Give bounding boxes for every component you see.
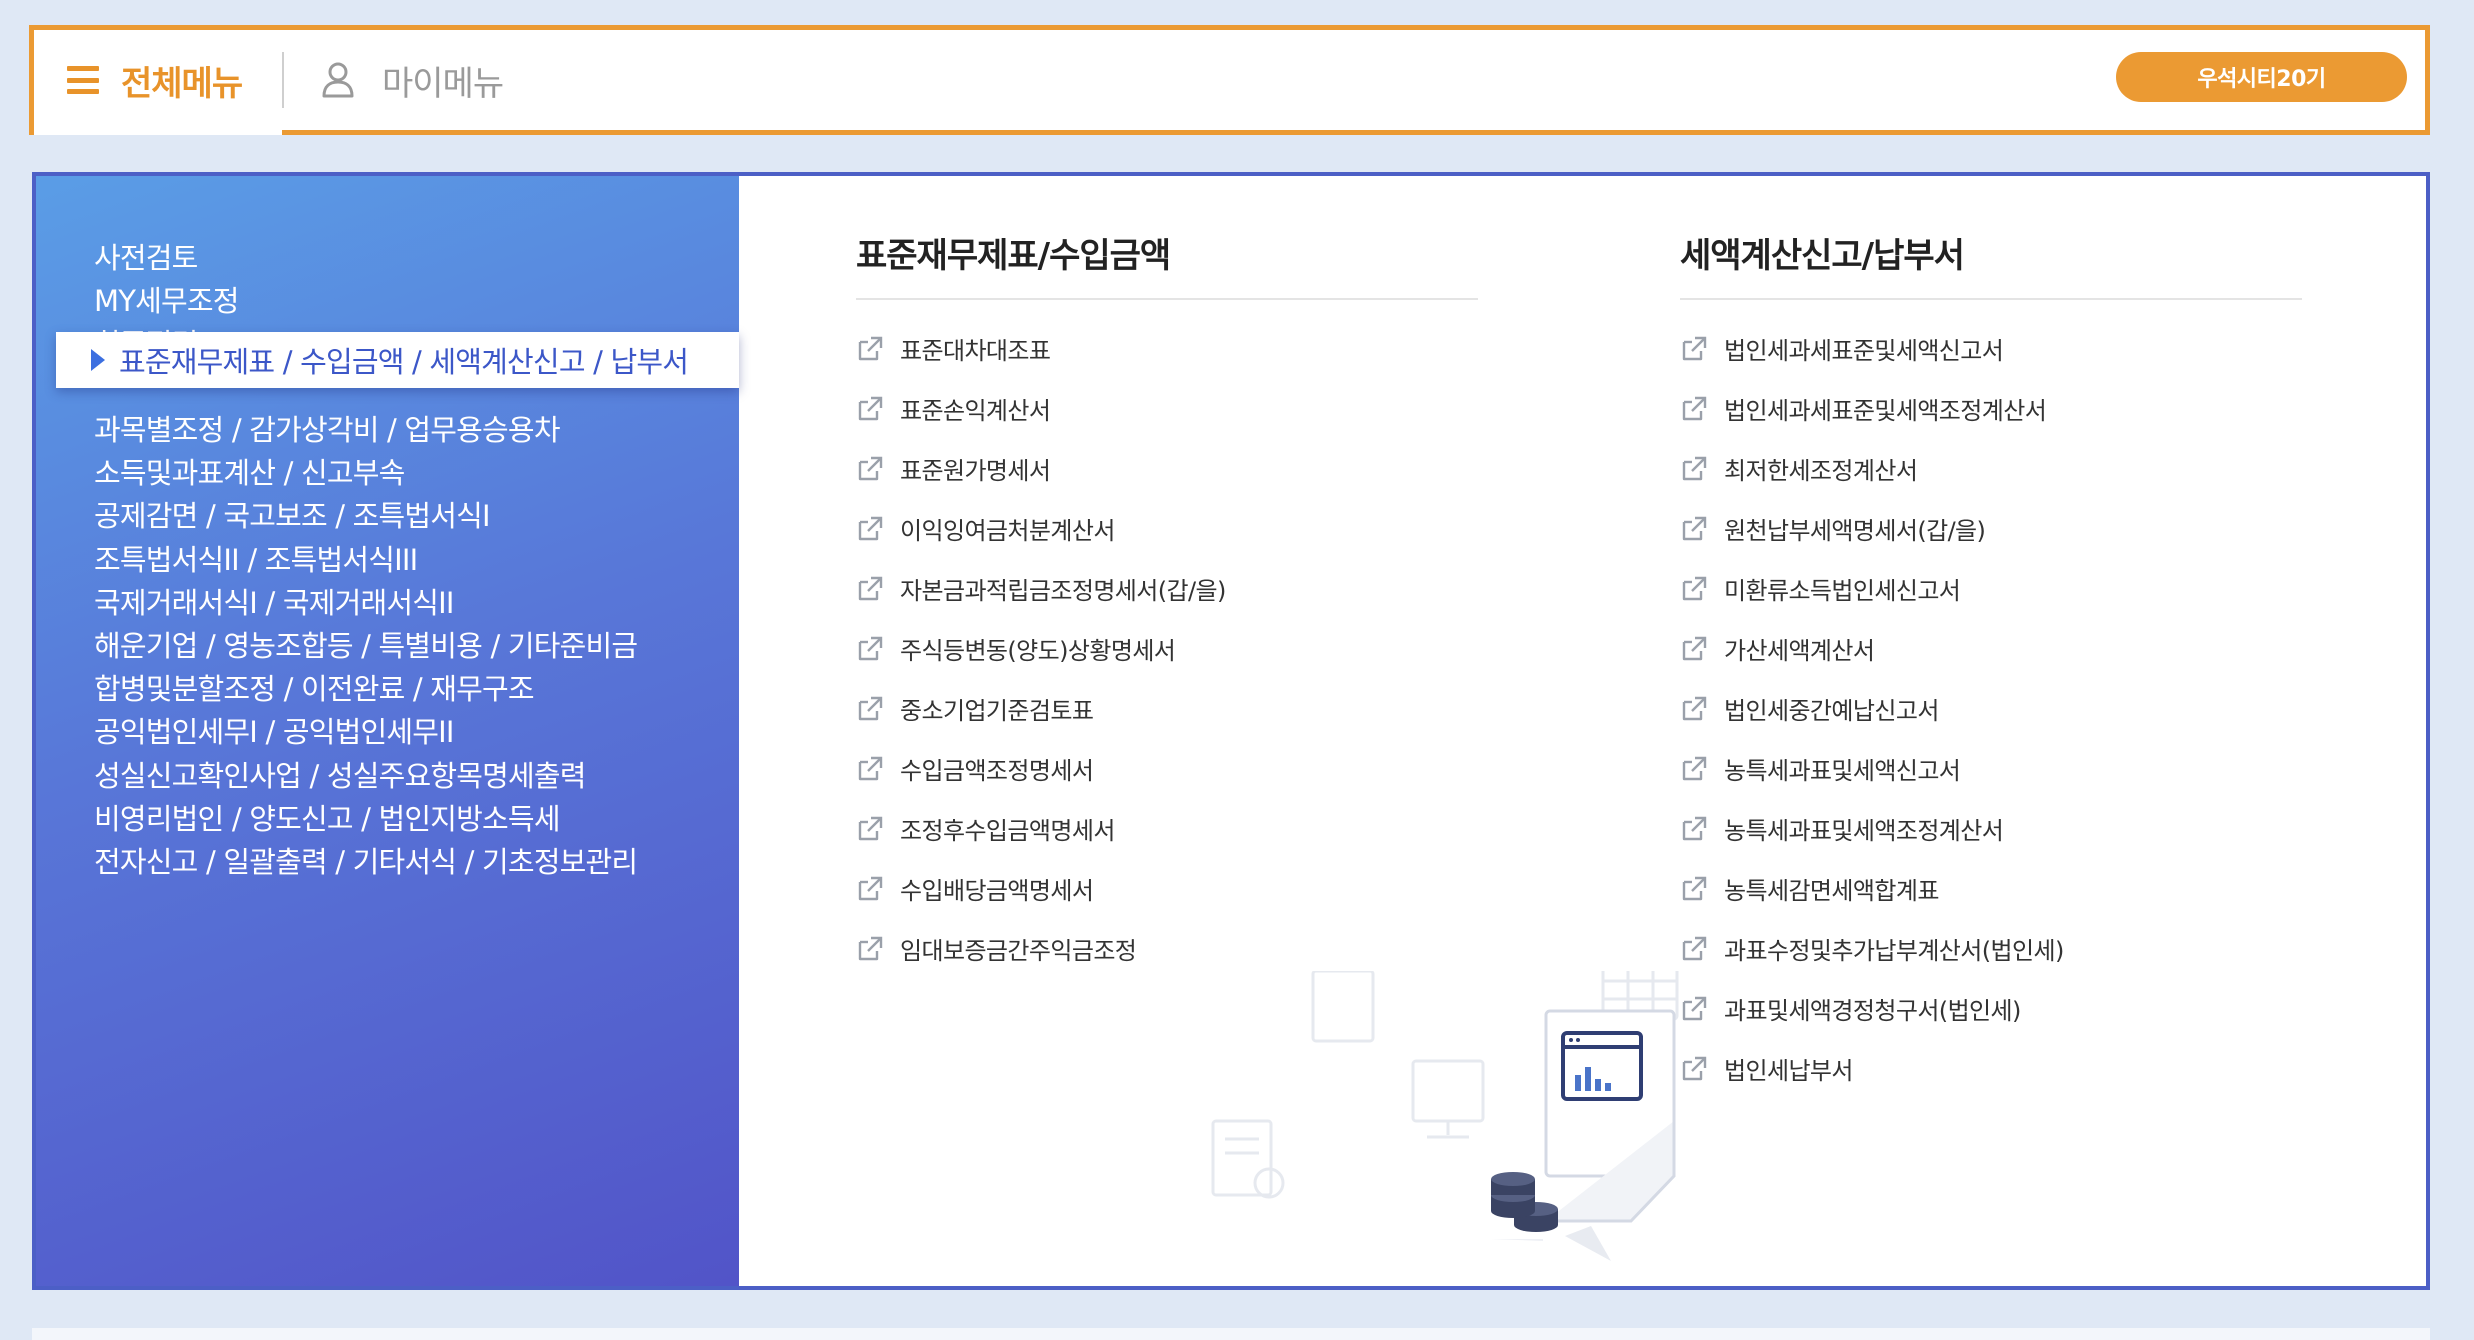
external-link-icon	[858, 756, 883, 781]
report-chart-illustration	[1211, 971, 1679, 1261]
menu-link[interactable]: 표준원가명세서	[856, 448, 1051, 488]
menu-link[interactable]: 자본금과적립금조정명세서(갑/을)	[856, 568, 1226, 608]
menu-link-label: 수입배당금액명세서	[900, 876, 1094, 905]
menu-link-label: 과표및세액경정청구서(법인세)	[1724, 996, 2021, 1025]
menu-link[interactable]: 수입배당금액명세서	[856, 868, 1094, 908]
menu-link-label: 표준대차대조표	[900, 336, 1051, 365]
external-link-icon	[858, 456, 883, 481]
external-link-icon	[1682, 396, 1707, 421]
menu-link-label: 과표수정및추가납부계산서(법인세)	[1724, 936, 2064, 965]
user-icon	[322, 62, 354, 98]
menu-link[interactable]: 가산세액계산서	[1680, 628, 1875, 668]
external-link-icon	[1682, 576, 1707, 601]
column-divider	[1680, 298, 2302, 300]
external-link-icon	[1682, 756, 1707, 781]
external-link-icon	[1682, 876, 1707, 901]
footer-strip	[32, 1328, 2430, 1340]
external-link-icon	[1682, 456, 1707, 481]
account-badge[interactable]: 우석시티20기	[2116, 52, 2407, 102]
menu-link-label: 법인세중간예납신고서	[1724, 696, 1939, 725]
menu-link-label: 농특세감면세액합계표	[1724, 876, 1939, 905]
tab-all-menu[interactable]: 전체메뉴	[34, 30, 282, 135]
menu-link-label: 자본금과적립금조정명세서(갑/을)	[900, 576, 1226, 605]
external-link-icon	[858, 876, 883, 901]
menu-link[interactable]: 법인세중간예납신고서	[1680, 688, 1939, 728]
menu-link-label: 법인세과세표준및세액신고서	[1724, 336, 2004, 365]
menu-link[interactable]: 주식등변동(양도)상황명세서	[856, 628, 1176, 668]
external-link-icon	[858, 336, 883, 361]
menu-link[interactable]: 농특세과표및세액조정계산서	[1680, 808, 2004, 848]
sidebar-item-label: 전자신고 / 일괄출력 / 기타서식 / 기초정보관리	[94, 845, 638, 879]
column-title: 세액계산신고/납부서	[1680, 236, 1965, 276]
menu-link[interactable]: 농특세감면세액합계표	[1680, 868, 1939, 908]
sidebar-item[interactable]: 표준재무제표 / 수입금액 / 세액계산신고 / 납부서	[56, 332, 739, 388]
menu-link[interactable]: 표준대차대조표	[856, 328, 1051, 368]
menu-link[interactable]: 미환류소득법인세신고서	[1680, 568, 1961, 608]
menu-link-label: 수입금액조정명세서	[900, 756, 1094, 785]
menu-link[interactable]: 법인세과세표준및세액신고서	[1680, 328, 2004, 368]
menu-link[interactable]: 원천납부세액명세서(갑/을)	[1680, 508, 1986, 548]
external-link-icon	[1682, 936, 1707, 961]
menu-link[interactable]: 조정후수입금액명세서	[856, 808, 1115, 848]
sidebar-menu: 사전검토MY세무조정최종점검표준재무제표 / 수입금액 / 세액계산신고 / 납…	[36, 176, 739, 1286]
tab-all-menu-label: 전체메뉴	[121, 63, 243, 104]
menu-link-label: 중소기업기준검토표	[900, 696, 1094, 725]
menu-link-label: 최저한세조정계산서	[1724, 456, 1918, 485]
external-link-icon	[858, 816, 883, 841]
menu-link[interactable]: 중소기업기준검토표	[856, 688, 1094, 728]
menu-link[interactable]: 이익잉여금처분계산서	[856, 508, 1115, 548]
menu-link-label: 주식등변동(양도)상황명세서	[900, 636, 1176, 665]
menu-link-label: 원천납부세액명세서(갑/을)	[1724, 516, 1986, 545]
menu-link-label: 표준손익계산서	[900, 396, 1051, 425]
menu-link-label: 농특세과표및세액신고서	[1724, 756, 1961, 785]
external-link-icon	[858, 696, 883, 721]
menu-link[interactable]: 과표수정및추가납부계산서(법인세)	[1680, 928, 2064, 968]
column-divider	[856, 298, 1478, 300]
menu-link-label: 가산세액계산서	[1724, 636, 1875, 665]
sidebar-item-label: 표준재무제표 / 수입금액 / 세액계산신고 / 납부서	[119, 345, 689, 379]
menu-link[interactable]: 임대보증금간주익금조정	[856, 928, 1137, 968]
menu-link-label: 미환류소득법인세신고서	[1724, 576, 1961, 605]
column-title: 표준재무제표/수입금액	[856, 236, 1171, 276]
menu-link-label: 이익잉여금처분계산서	[900, 516, 1115, 545]
external-link-icon	[1682, 696, 1707, 721]
menu-link[interactable]: 최저한세조정계산서	[1680, 448, 1918, 488]
sidebar-item[interactable]: 전자신고 / 일괄출력 / 기타서식 / 기초정보관리	[94, 832, 638, 888]
external-link-icon	[1682, 336, 1707, 361]
external-link-icon	[858, 576, 883, 601]
menu-link-label: 법인세과세표준및세액조정계산서	[1724, 396, 2047, 425]
hamburger-menu-icon	[67, 66, 99, 94]
menu-link-label: 농특세과표및세액조정계산서	[1724, 816, 2004, 845]
menu-link-label: 표준원가명세서	[900, 456, 1051, 485]
menu-link[interactable]: 수입금액조정명세서	[856, 748, 1094, 788]
menu-link-label: 조정후수입금액명세서	[900, 816, 1115, 845]
external-link-icon	[858, 396, 883, 421]
menu-link[interactable]: 표준손익계산서	[856, 388, 1051, 428]
tab-my-menu-label: 마이메뉴	[382, 63, 504, 104]
external-link-icon	[858, 636, 883, 661]
menu-link-label: 임대보증금간주익금조정	[900, 936, 1137, 965]
top-menu-bar: 전체메뉴 마이메뉴 우석시티20기	[29, 25, 2430, 135]
external-link-icon	[858, 936, 883, 961]
external-link-icon	[1682, 816, 1707, 841]
menu-link[interactable]: 법인세과세표준및세액조정계산서	[1680, 388, 2047, 428]
menu-link[interactable]: 농특세과표및세액신고서	[1680, 748, 1961, 788]
external-link-icon	[858, 516, 883, 541]
tab-my-menu[interactable]: 마이메뉴	[284, 30, 504, 130]
mega-menu-panel: 사전검토MY세무조정최종점검표준재무제표 / 수입금액 / 세액계산신고 / 납…	[32, 172, 2430, 1290]
external-link-icon	[1682, 516, 1707, 541]
external-link-icon	[1682, 636, 1707, 661]
active-arrow-icon	[91, 349, 105, 371]
